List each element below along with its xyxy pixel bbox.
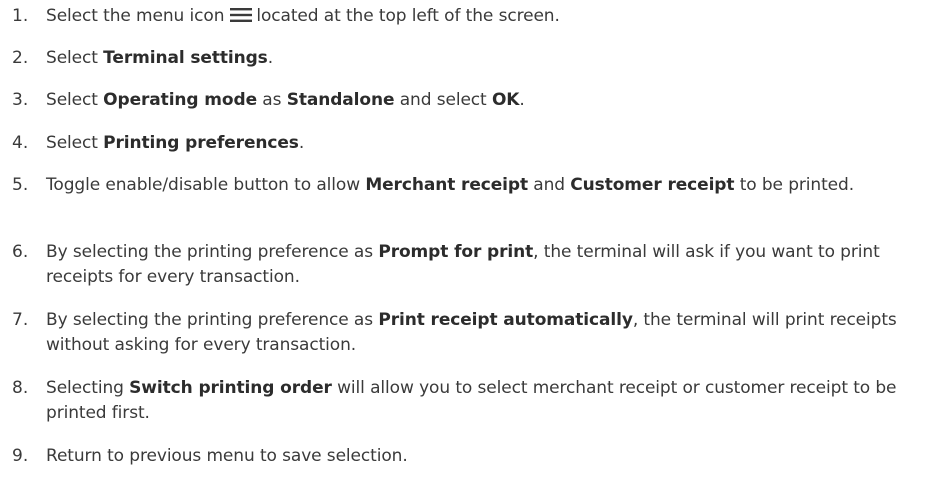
ui-term-operating-mode: Operating mode [103, 90, 257, 110]
step-number: 4. [12, 133, 29, 153]
instruction-list: 1. Select the menu icon located at the to… [0, 0, 948, 502]
step-text-part: Select [46, 90, 104, 110]
ui-term-terminal-settings: Terminal settings [103, 48, 268, 68]
step-text-part: and select [394, 90, 492, 110]
step-2: 2. Select Terminal settings. [0, 46, 948, 71]
hamburger-menu-icon [230, 8, 253, 22]
ui-term-standalone: Standalone [286, 90, 395, 110]
step-text-part: to be printed. [734, 175, 855, 195]
step-text-part: Select [46, 48, 104, 68]
step-number: 3. [12, 90, 29, 110]
step-text: Select Terminal settings. [46, 46, 948, 71]
step-text-part: Return to previous menu to save selectio… [46, 446, 408, 466]
ui-term-prompt-for-print: Prompt for print [378, 242, 534, 262]
step-text-part: By selecting the printing preference as [46, 242, 379, 262]
step-text-part: Select the menu icon [46, 6, 225, 26]
step-text-part: Toggle enable/disable button to allow [46, 175, 366, 195]
step-text-part: Selecting [46, 378, 130, 398]
step-5: 5. Toggle enable/disable button to allow… [0, 173, 948, 198]
step-text-part: located at the top left of the screen. [256, 6, 560, 26]
step-text-part: as [257, 90, 287, 110]
step-4: 4. Select Printing preferences. [0, 131, 948, 156]
step-text-part: and [528, 175, 571, 195]
step-3: 3. Select Operating mode as Standalone a… [0, 88, 948, 113]
step-number: 6. [12, 242, 29, 262]
ui-term-switch-printing-order: Switch printing order [129, 378, 332, 398]
step-text-part: . [267, 48, 274, 68]
ui-term-customer-receipt: Customer receipt [570, 175, 735, 195]
step-text: By selecting the printing preference as … [46, 240, 948, 290]
step-text: Return to previous menu to save selectio… [46, 444, 948, 469]
step-text: Selecting Switch printing order will all… [46, 376, 948, 426]
step-number: 9. [12, 446, 29, 466]
step-number: 7. [12, 310, 29, 330]
step-number: 5. [12, 175, 29, 195]
step-text: Toggle enable/disable button to allow Me… [46, 173, 948, 198]
step-text: Select the menu icon located at the top l… [46, 4, 948, 29]
step-9: 9. Return to previous menu to save selec… [0, 444, 948, 469]
step-text: Select Operating mode as Standalone and … [46, 88, 948, 113]
ui-term-print-receipt-automatically: Print receipt automatically [378, 310, 633, 330]
step-8: 8. Selecting Switch printing order will … [0, 376, 948, 426]
step-text: Select Printing preferences. [46, 131, 948, 156]
step-text-part: By selecting the printing preference as [46, 310, 379, 330]
step-number: 2. [12, 48, 29, 68]
step-text: By selecting the printing preference as … [46, 308, 948, 358]
step-text-part: . [298, 133, 305, 153]
step-number: 1. [12, 6, 29, 26]
step-7: 7. By selecting the printing preference … [0, 308, 948, 358]
step-text-part: Select [46, 133, 104, 153]
step-number: 8. [12, 378, 29, 398]
ui-term-merchant-receipt: Merchant receipt [365, 175, 528, 195]
ui-term-printing-preferences: Printing preferences [103, 133, 299, 153]
step-6: 6. By selecting the printing preference … [0, 240, 948, 290]
ui-term-ok: OK [491, 90, 520, 110]
step-1: 1. Select the menu icon located at the to… [0, 4, 948, 29]
step-text-part: . [519, 90, 525, 110]
